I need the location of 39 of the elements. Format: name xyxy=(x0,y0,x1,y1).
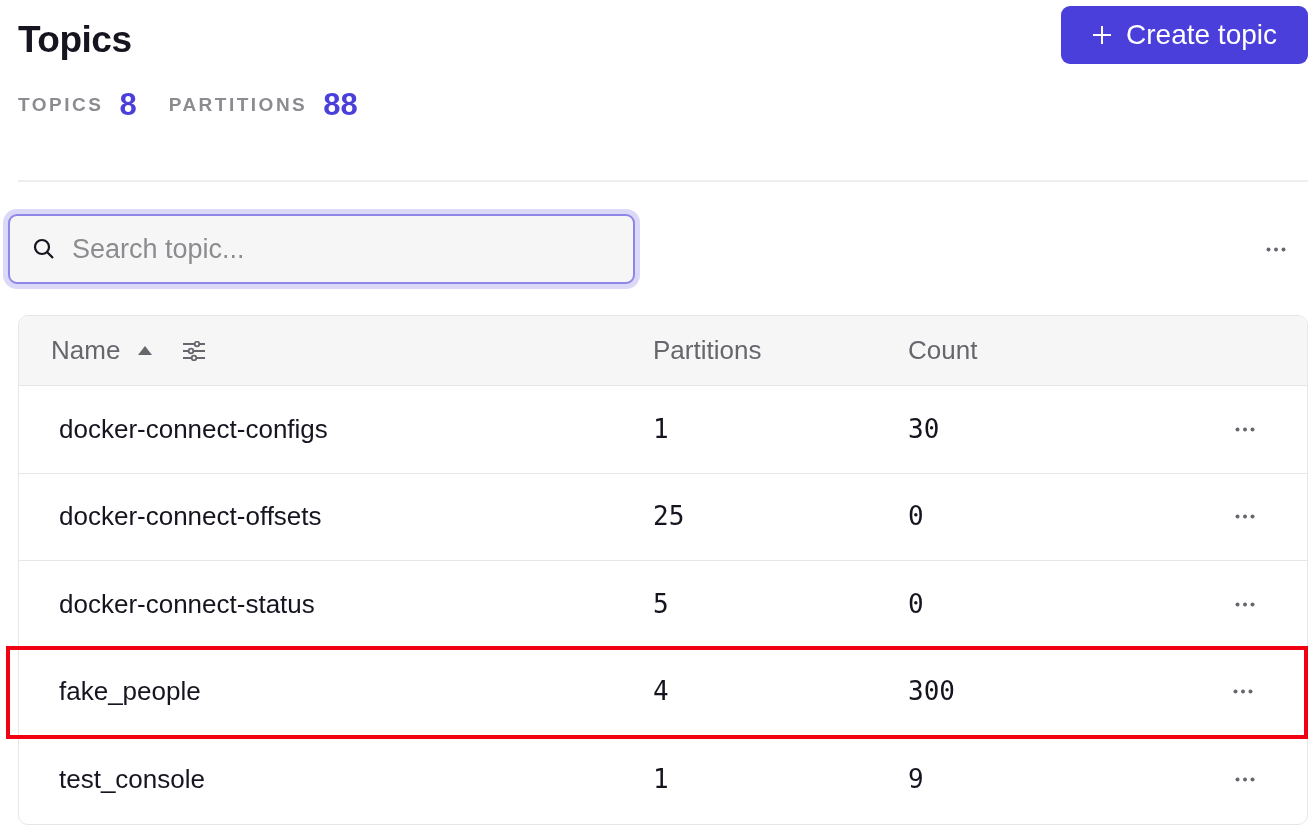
sort-ascending-icon[interactable] xyxy=(138,346,153,356)
count-value: 300 xyxy=(908,676,955,707)
topic-name[interactable]: docker-connect-configs xyxy=(59,413,328,444)
table-row[interactable]: docker-connect-status 5 0 xyxy=(19,561,1307,649)
topic-name[interactable]: docker-connect-status xyxy=(59,588,315,619)
partitions-value: 4 xyxy=(653,676,669,707)
partitions-value: 1 xyxy=(653,764,669,795)
count-value: 0 xyxy=(908,588,924,619)
column-header[interactable]: Count xyxy=(908,331,978,371)
partitions-value: 1 xyxy=(653,413,669,444)
table-row[interactable]: test_console 1 9 xyxy=(19,736,1307,824)
partitions-value: 25 xyxy=(653,501,685,532)
more-icon xyxy=(1266,246,1286,252)
stat-label: TOPICS xyxy=(18,92,104,117)
topic-name[interactable]: fake_people xyxy=(59,676,201,707)
table-row[interactable]: docker-connect-configs 1 30 xyxy=(19,386,1307,474)
count-value: 0 xyxy=(908,501,924,532)
topic-name[interactable]: docker-connect-offsets xyxy=(59,501,322,532)
more-icon xyxy=(1235,514,1255,520)
plus-icon xyxy=(1092,24,1113,45)
count-value: 9 xyxy=(908,764,924,795)
stat-label: PARTITIONS xyxy=(168,92,308,117)
topic-name[interactable]: test_console xyxy=(59,764,205,795)
stat-value: 8 xyxy=(119,85,137,124)
table-row[interactable]: docker-connect-offsets 25 0 xyxy=(19,473,1307,562)
partitions-value: 5 xyxy=(653,588,669,619)
sliders-icon[interactable] xyxy=(182,340,207,361)
more-icon xyxy=(1235,777,1255,783)
page-title: Topics xyxy=(18,18,132,62)
more-icon xyxy=(1235,426,1255,432)
more-icon xyxy=(1233,689,1253,695)
highlighted-row[interactable]: fake_people 4 300 xyxy=(9,648,1305,737)
create-topic-button[interactable]: Create topic xyxy=(1061,6,1308,64)
more-icon xyxy=(1235,601,1255,607)
search-input[interactable]: Search topic... xyxy=(70,227,611,271)
count-value: 30 xyxy=(908,413,940,444)
column-header[interactable]: Partitions xyxy=(653,331,762,371)
column-header[interactable]: Name xyxy=(51,331,121,371)
stat-value: 88 xyxy=(323,85,358,124)
